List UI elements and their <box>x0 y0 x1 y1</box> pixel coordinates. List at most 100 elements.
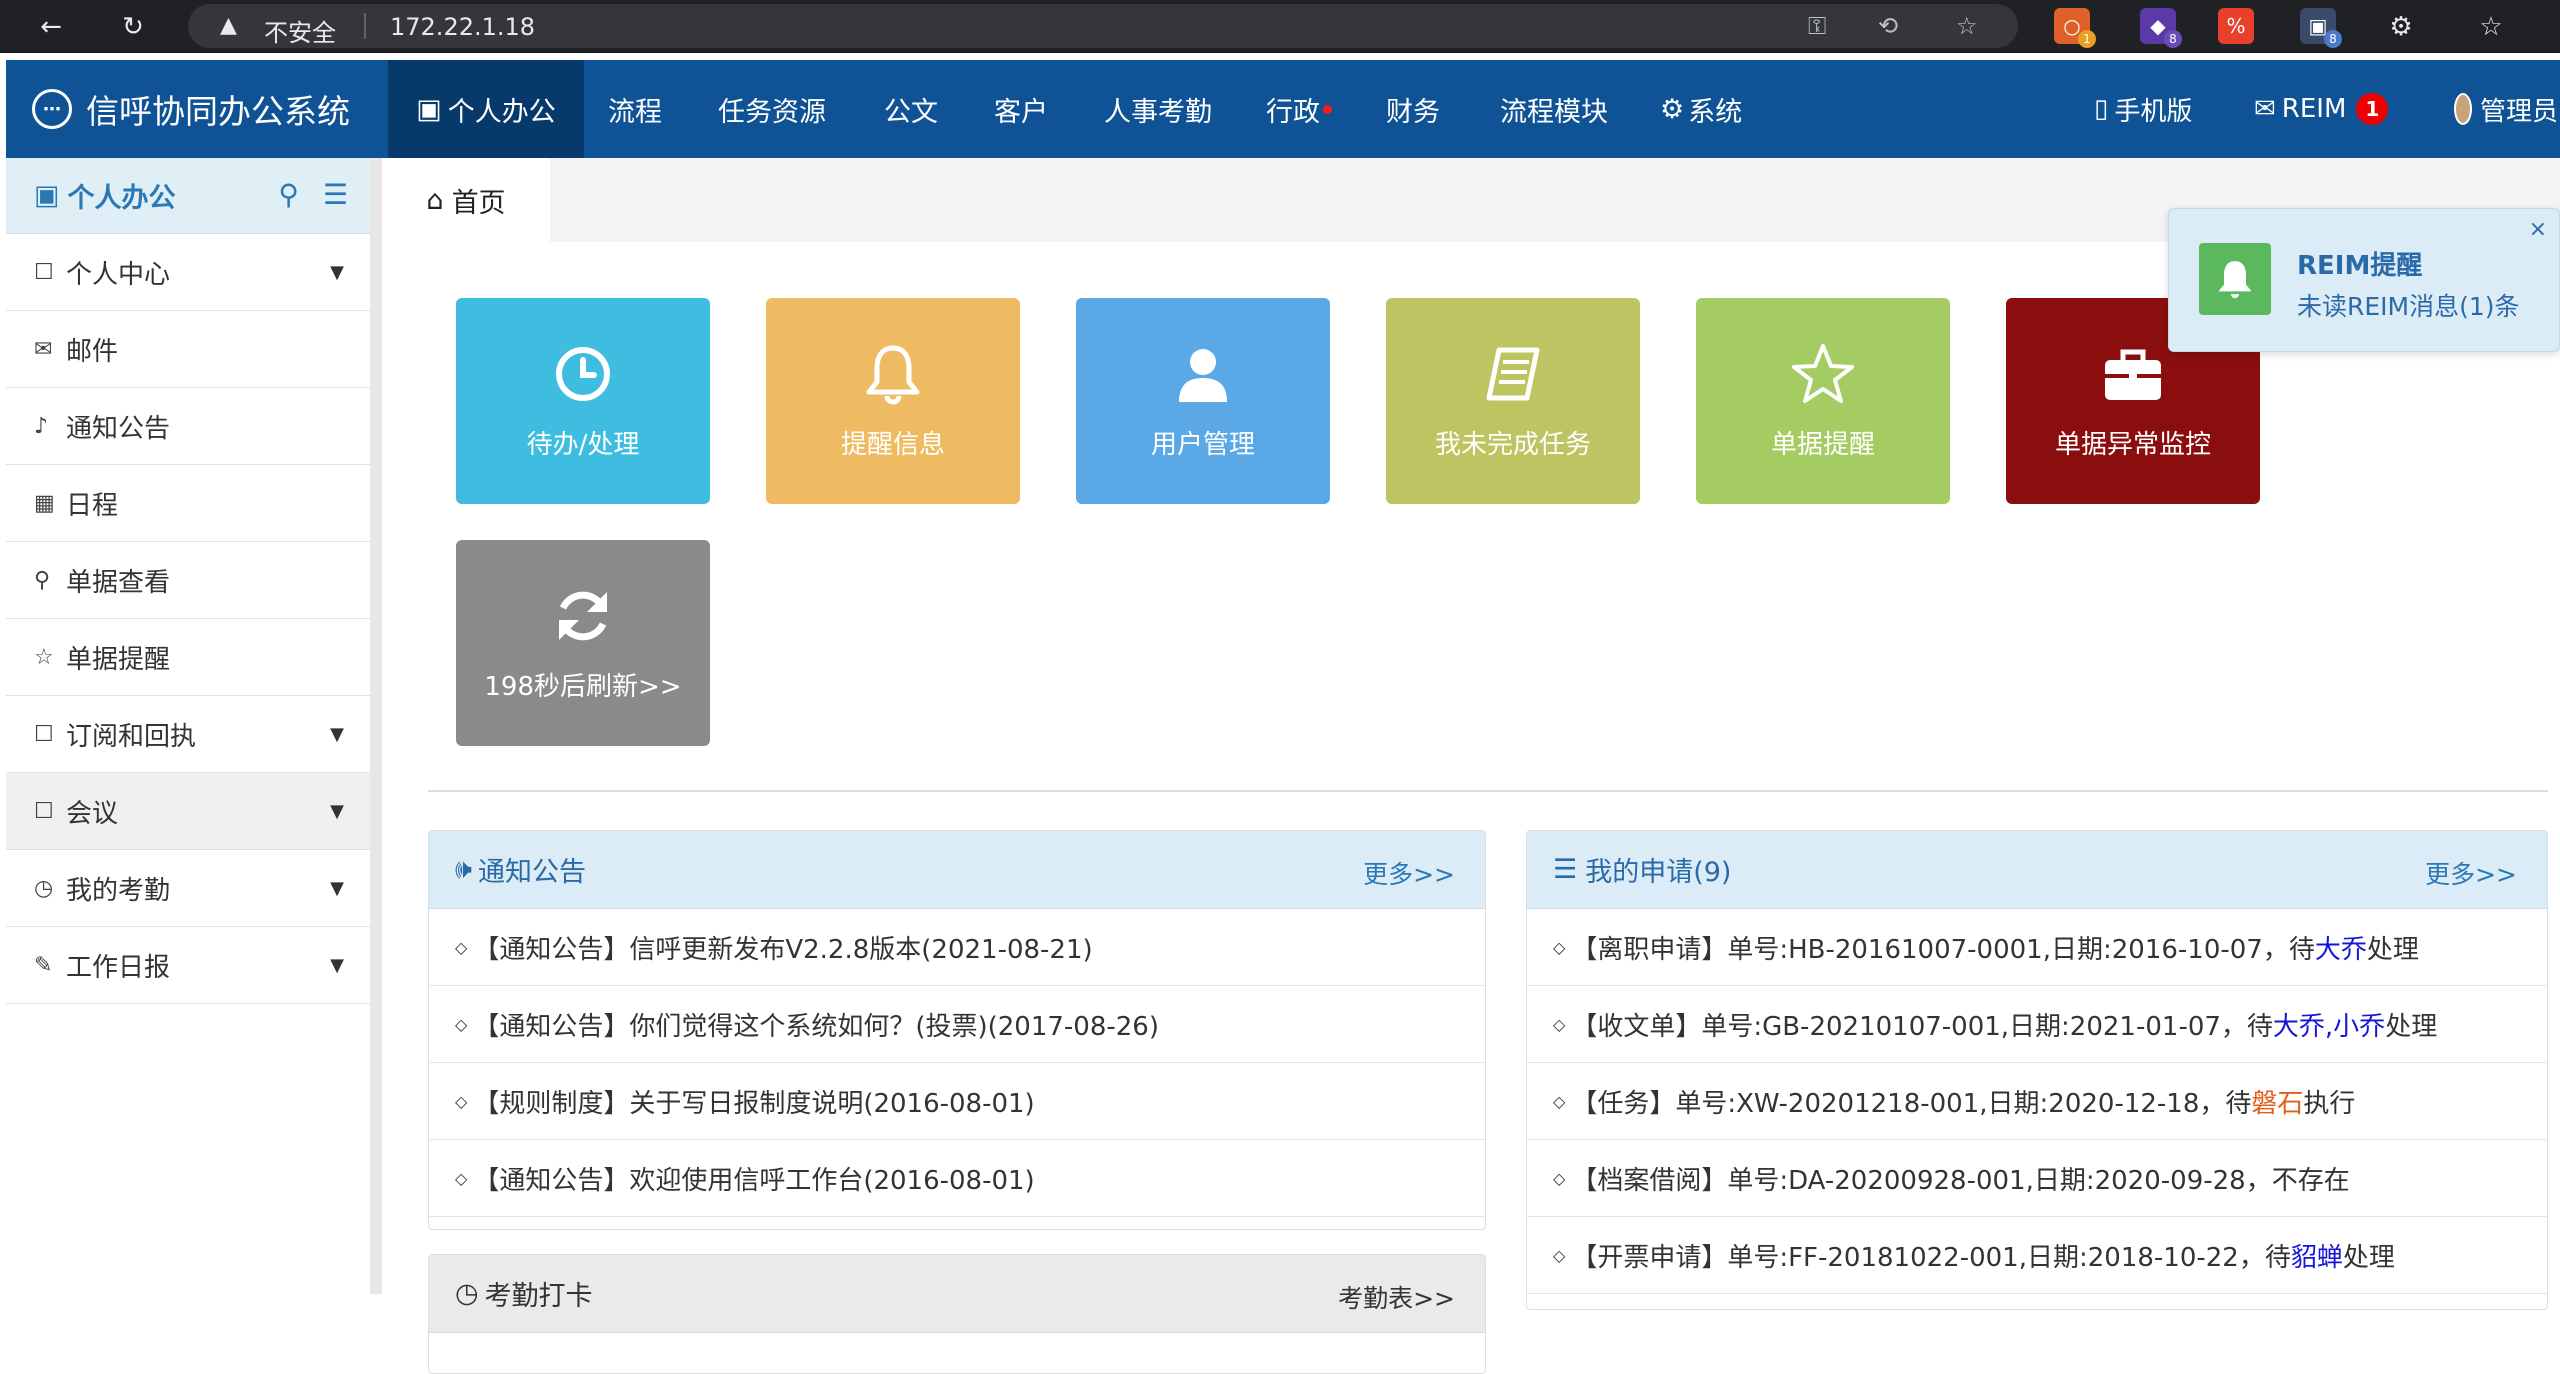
notice-text: 【通知公告】信呼更新发布V2.2.8版本(2021-08-21) <box>473 934 1093 965</box>
sidebar-title: 个人办公 <box>67 183 176 214</box>
apply-more-link[interactable]: 更多>> <box>2425 855 2517 891</box>
attendance-more-link[interactable]: 考勤表>> <box>1338 1279 1455 1315</box>
extension-2-icon[interactable]: ◆ 8 <box>2140 8 2182 48</box>
nav-personal-office[interactable]: ▣ 个人办公 <box>388 60 584 158</box>
apply-assignee[interactable]: 貂蝉 <box>2291 1237 2343 1274</box>
caret-down-icon: ▼ <box>330 878 344 899</box>
apply-assignee[interactable]: 磐石 <box>2251 1083 2303 1120</box>
tile-refresh[interactable]: 198秒后刷新>> <box>456 540 710 746</box>
sidebar-item[interactable]: ⚲ 单据查看 <box>6 542 370 619</box>
warning-icon[interactable]: ▲ <box>220 13 237 38</box>
tile-todo[interactable]: 待办/处理 <box>456 298 710 504</box>
diamond-icon: ◇ <box>455 937 468 957</box>
apply-row[interactable]: ◇ 【档案借阅】单号:DA-20200928-001,日期:2020-09-28，… <box>1527 1140 2547 1217</box>
sidebar-item[interactable]: ☐ 订阅和回执 ▼ <box>6 696 370 773</box>
tab-home-label: 首页 <box>451 187 506 219</box>
notice-panel: 🕪 通知公告 更多>> ◇ 【通知公告】信呼更新发布V2.2.8版本(2021-0… <box>428 830 1486 1230</box>
sidebar-item[interactable]: ☆ 单据提醒 <box>6 619 370 696</box>
attendance-panel-header: ◷ 考勤打卡 考勤表>> <box>429 1255 1485 1333</box>
browser-toolbar: ← ↻ ▲ 不安全 172.22.1.18 ⚿ ⟲ ☆ ○ 1 ◆ 8 % ▣ 8 ⚙… <box>0 0 2560 53</box>
nav-label: 财务 <box>1386 96 1440 128</box>
bookmark-icon: ☐ <box>34 798 54 824</box>
extension-1-icon[interactable]: ○ 1 <box>2054 8 2096 48</box>
nav-label: 任务资源 <box>718 96 826 128</box>
sidebar-item[interactable]: ▦ 日程 <box>6 465 370 542</box>
notice-more-link[interactable]: 更多>> <box>1363 855 1455 891</box>
gear-icon: ⚙ <box>1660 93 1685 125</box>
briefcase-icon <box>2105 349 2161 400</box>
security-label[interactable]: 不安全 <box>264 13 336 48</box>
divider <box>428 790 2548 792</box>
diamond-icon: ◇ <box>1553 1014 1566 1034</box>
nav-label: 流程 <box>608 96 662 128</box>
apply-row[interactable]: ◇ 【离职申请】单号:HB-20161007-0001,日期:2016-10-07… <box>1527 909 2547 986</box>
sidebar-item[interactable]: ✉ 邮件 <box>6 311 370 388</box>
nav-hr-attendance[interactable]: 人事考勤 <box>1096 60 1220 158</box>
search-icon[interactable]: ⚲ <box>278 178 299 211</box>
star-icon <box>1792 343 1854 403</box>
nav-customer[interactable]: 客户 <box>986 60 1056 158</box>
tab-home[interactable]: ⌂ 首页 <box>382 158 550 242</box>
nav-admin[interactable]: 行政 <box>1258 60 1340 158</box>
apply-row[interactable]: ◇ 【开票申请】单号:FF-20181022-001,日期:2018-10-22，… <box>1527 1217 2547 1294</box>
nav-document[interactable]: 公文 <box>876 60 946 158</box>
caret-down-icon: ▼ <box>330 724 344 745</box>
edit-icon: ✎ <box>34 952 53 978</box>
nav-flow[interactable]: 流程 <box>600 60 670 158</box>
extensions-puzzle-icon[interactable]: ⚙ <box>2380 6 2422 48</box>
mobile-version-link[interactable]: ▯ 手机版 <box>2086 60 2200 158</box>
sidebar-item[interactable]: ✎ 工作日报 ▼ <box>6 927 370 1004</box>
key-icon[interactable]: ⚿ <box>1808 12 1826 40</box>
bookmark-star-icon[interactable]: ☆ <box>1956 12 1978 40</box>
apply-row[interactable]: ◇ 【收文单】单号:GB-20210107-001,日期:2021-01-07，待… <box>1527 986 2547 1063</box>
reim-notification[interactable]: REIM提醒 未读REIM消息(1)条 × <box>2168 208 2560 352</box>
menu-icon[interactable]: ☰ <box>323 178 348 211</box>
sidebar-item[interactable]: ◷ 我的考勤 ▼ <box>6 850 370 927</box>
extension-4-icon[interactable]: ▣ 8 <box>2300 8 2342 48</box>
notification-body: 未读REIM消息(1)条 <box>2297 292 2520 321</box>
sidebar-item-label: 日程 <box>66 490 119 521</box>
edge-sync-icon[interactable]: ⟲ <box>1878 12 1898 40</box>
extension-4-badge: 8 <box>2324 30 2342 48</box>
sidebar-item[interactable]: ☐ 个人中心 ▼ <box>6 234 370 311</box>
tile-document-reminders[interactable]: 单据提醒 <box>1696 298 1950 504</box>
sidebar-item[interactable]: ☐ 会议 ▼ <box>6 773 370 850</box>
apply-row[interactable]: ◇ 【任务】单号:XW-20201218-001,日期:2020-12-18，待磐… <box>1527 1063 2547 1140</box>
apply-assignee[interactable]: 大乔,小乔 <box>2273 1006 2385 1043</box>
nav-finance[interactable]: 财务 <box>1378 60 1448 158</box>
apply-text: 【收文单】单号:GB-20210107-001,日期:2021-01-07，待 <box>1571 1011 2273 1042</box>
nav-flow-module[interactable]: 流程模块 <box>1492 60 1616 158</box>
brand[interactable]: ⋯ 信呼协同办公系统 <box>6 60 388 158</box>
sidebar-item[interactable]: ♪ 通知公告 <box>6 388 370 465</box>
envelope-icon: ✉ <box>34 336 53 362</box>
sidebar-item-label: 我的考勤 <box>66 875 171 906</box>
sidebar-item-label: 邮件 <box>66 336 119 367</box>
attendance-panel: ◷ 考勤打卡 考勤表>> <box>428 1254 1486 1374</box>
notice-row[interactable]: ◇ 【通知公告】你们觉得这个系统如何？(投票)(2017-08-26) <box>429 986 1485 1063</box>
extension-3-icon[interactable]: % <box>2218 8 2254 44</box>
notice-row[interactable]: ◇ 【通知公告】信呼更新发布V2.2.8版本(2021-08-21) <box>429 909 1485 986</box>
nav-task-resource[interactable]: 任务资源 <box>710 60 834 158</box>
reload-icon[interactable]: ↻ <box>112 6 154 48</box>
tile-user-management[interactable]: 用户管理 <box>1076 298 1330 504</box>
tile-label: 用户管理 <box>1150 429 1255 460</box>
bookmark-icon: ☐ <box>34 259 54 285</box>
apply-action: 处理 <box>2385 1011 2438 1042</box>
user-menu[interactable]: 管理员 <box>2446 60 2560 158</box>
diamond-icon: ◇ <box>1553 1091 1566 1111</box>
notice-row[interactable]: ◇ 【规则制度】关于写日报制度说明(2016-08-01) <box>429 1063 1485 1140</box>
tile-unfinished-tasks[interactable]: 我未完成任务 <box>1386 298 1640 504</box>
apply-assignee[interactable]: 大乔 <box>2315 929 2367 966</box>
caret-down-icon: ▼ <box>330 955 344 976</box>
nav-system[interactable]: ⚙ 系统 <box>1652 60 1750 158</box>
favorites-icon[interactable]: ☆ <box>2470 6 2512 48</box>
close-icon[interactable]: × <box>2529 217 2547 242</box>
back-arrow-icon[interactable]: ← <box>30 6 72 48</box>
url-text[interactable]: 172.22.1.18 <box>390 13 535 41</box>
sidebar-item-label: 通知公告 <box>66 413 171 444</box>
list-icon: ☰ <box>1553 854 1578 885</box>
address-bar[interactable]: ▲ 不安全 172.22.1.18 ⚿ ⟲ ☆ <box>188 4 2018 48</box>
reim-link[interactable]: ✉ REIM 1 <box>2246 60 2396 158</box>
tile-reminders[interactable]: 提醒信息 <box>766 298 1020 504</box>
notice-row[interactable]: ◇ 【通知公告】欢迎使用信呼工作台(2016-08-01) <box>429 1140 1485 1217</box>
